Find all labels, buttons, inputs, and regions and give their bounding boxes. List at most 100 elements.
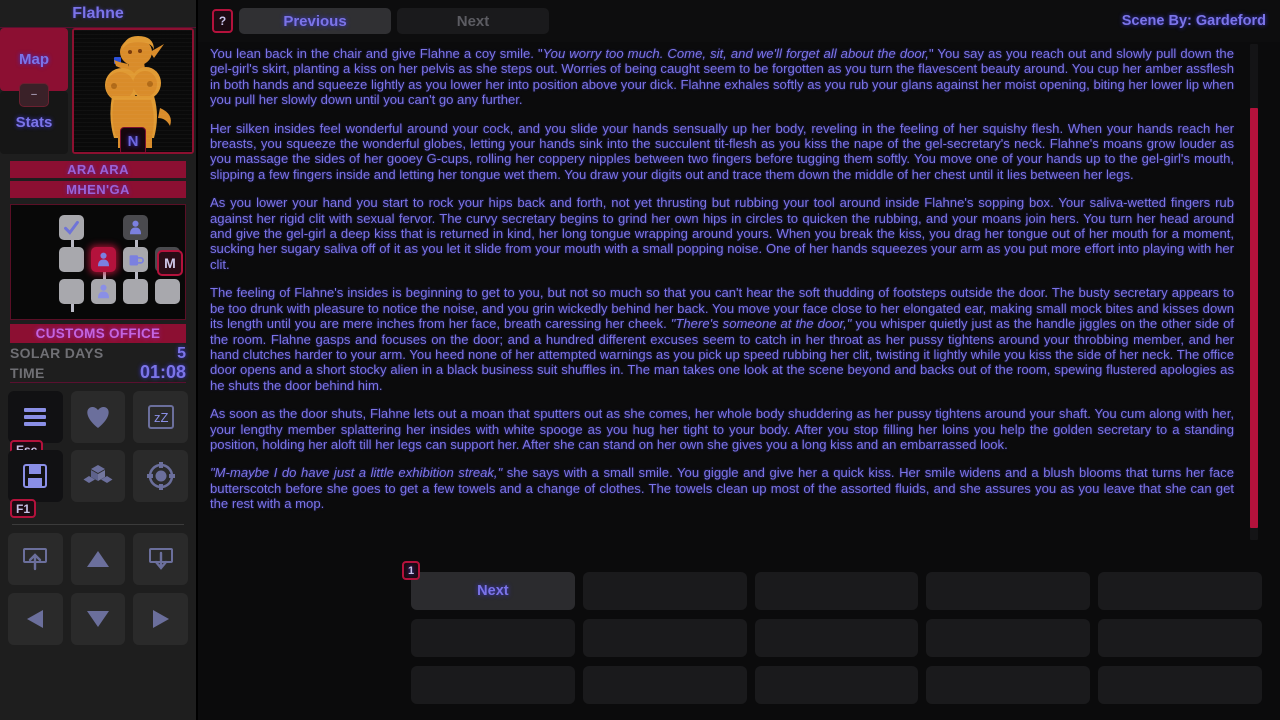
sidebar: Flahne Map Stats – N ARA ARA MHEN'GA M C… — [0, 0, 198, 720]
choice-button-empty — [926, 619, 1091, 657]
choice-button-empty — [411, 666, 575, 704]
arrow-down-icon — [86, 611, 109, 627]
story-paragraph: Her silken insides feel wonderful around… — [210, 121, 1234, 183]
choice-button-empty — [754, 572, 919, 610]
stat-value: 5 — [177, 345, 186, 362]
upload-icon — [23, 548, 48, 571]
save-button[interactable]: F1 — [8, 450, 63, 518]
minimap-room-occupied[interactable] — [91, 279, 116, 304]
choice-button-empty — [1098, 572, 1262, 610]
arrow-left-icon — [27, 610, 44, 628]
options-gear-icon — [146, 462, 175, 490]
mug-icon — [129, 255, 144, 266]
main-panel: ? Previous Next Scene By: Gardeford You … — [198, 0, 1280, 720]
choice-button-empty — [754, 666, 919, 704]
story-dialogue: You worry too much. Come, sit, and we'll… — [542, 46, 929, 61]
story-dialogue: "M-maybe I do have just a little exhibit… — [210, 465, 503, 481]
options-button[interactable] — [133, 450, 188, 502]
menu-icon — [24, 408, 47, 426]
choice-label: Next — [477, 583, 509, 599]
story-paragraph: You lean back in the chair and give Flah… — [210, 46, 1234, 108]
minimap[interactable]: M ⌄ — [10, 204, 186, 320]
stat-row-time: TIME 01:08 — [10, 362, 186, 382]
previous-button[interactable]: Previous — [239, 8, 391, 34]
choice-button-empty — [1098, 666, 1262, 704]
stat-label: SOLAR DAYS — [10, 345, 104, 361]
choice-button-empty — [582, 572, 747, 610]
exit-button[interactable] — [133, 533, 188, 585]
minimap-room[interactable] — [155, 279, 180, 304]
scene-credit: Scene By: Gardeford — [1121, 13, 1266, 29]
portrait-rank-badge: N — [120, 127, 146, 152]
appearance-button[interactable] — [70, 391, 126, 443]
move-north-button[interactable] — [70, 533, 126, 585]
map-stats-toggle-group: Map Stats – — [0, 28, 68, 154]
top-toolbar: ? Previous Next Scene By: Gardeford — [198, 0, 1280, 42]
minimap-marker-m[interactable]: M — [157, 250, 183, 276]
trait-tag-ara-ara: ARA ARA — [10, 161, 186, 178]
status-stats: SOLAR DAYS 5 TIME 01:08 — [10, 345, 186, 383]
help-button[interactable]: ? — [212, 9, 233, 33]
move-west-button[interactable] — [8, 593, 63, 645]
minimap-room-npc[interactable] — [123, 215, 148, 240]
story-run: You lean back in the chair and give Flah… — [210, 46, 543, 61]
game-window: Flahne Map Stats – N ARA ARA MHEN'GA M C… — [0, 0, 1280, 720]
sidebar-footer — [0, 645, 196, 720]
enter-button[interactable] — [8, 533, 63, 585]
arrow-up-icon — [86, 551, 109, 567]
svg-text:zZ: zZ — [154, 410, 169, 425]
minimap-room[interactable] — [59, 247, 84, 272]
choice-button-empty — [754, 619, 919, 657]
choice-button-grid: 1 Next — [402, 561, 1262, 704]
choice-button-next[interactable]: 1 Next — [402, 561, 575, 610]
character-portrait[interactable]: N — [72, 28, 194, 154]
story-paragraph: As soon as the door shuts, Flahne lets o… — [210, 406, 1234, 452]
character-name: Flahne — [0, 0, 196, 28]
move-east-button[interactable] — [133, 593, 188, 645]
stat-row-solar-days: SOLAR DAYS 5 — [10, 345, 186, 362]
inventory-button[interactable] — [70, 450, 126, 502]
trait-tag-mhenga: MHEN'GA — [10, 181, 186, 198]
rest-button[interactable]: zZ — [133, 391, 188, 443]
check-icon — [64, 220, 79, 235]
portrait-row: Map Stats – N — [0, 28, 196, 158]
panel-collapse-toggle[interactable]: – — [19, 83, 49, 107]
story-paragraph: The feeling of Flahne's insides is begin… — [210, 285, 1234, 393]
person-icon — [97, 252, 110, 267]
story-run: As soon as the door shuts, Flahne lets o… — [210, 406, 1234, 452]
story-dialogue: "There's someone at the door," — [670, 316, 852, 332]
action-icon-grid: Esc zZ F1 — [8, 391, 188, 518]
inventory-cubes-icon — [83, 465, 113, 483]
download-icon — [148, 548, 173, 570]
minimap-room-checked[interactable] — [59, 215, 84, 240]
choice-button-empty — [1098, 619, 1262, 657]
story-paragraph: "M-maybe I do have just a little exhibit… — [210, 465, 1234, 511]
heart-icon — [87, 406, 109, 428]
minimap-link — [71, 304, 74, 312]
choice-button-empty — [582, 619, 747, 657]
choice-button-empty — [582, 666, 747, 704]
choice-button-empty — [926, 666, 1091, 704]
choice-button-empty — [926, 572, 1091, 610]
minimap-room-shop[interactable] — [123, 247, 148, 272]
map-button[interactable]: Map — [0, 28, 68, 91]
story-run: Her silken insides feel wonderful around… — [210, 120, 1234, 182]
person-icon — [97, 284, 110, 299]
scrollbar-thumb[interactable] — [1250, 108, 1258, 528]
person-icon — [129, 220, 142, 235]
move-south-button[interactable] — [70, 593, 126, 645]
minimap-room[interactable] — [59, 279, 84, 304]
stat-label: TIME — [10, 365, 45, 381]
save-disk-icon — [23, 464, 48, 488]
arrow-right-icon — [152, 610, 169, 628]
story-scrollbar[interactable] — [1250, 44, 1258, 540]
minimap-room[interactable] — [123, 279, 148, 304]
story-run: As you lower your hand you start to rock… — [210, 195, 1234, 272]
story-paragraph: As you lower your hand you start to rock… — [210, 195, 1234, 272]
sleep-icon: zZ — [147, 405, 174, 429]
menu-button[interactable]: Esc — [8, 391, 63, 459]
minimap-room-current[interactable] — [91, 247, 116, 272]
stat-value: 01:08 — [139, 362, 186, 382]
next-page-button: Next — [397, 8, 549, 34]
location-name: CUSTOMS OFFICE — [10, 324, 186, 343]
